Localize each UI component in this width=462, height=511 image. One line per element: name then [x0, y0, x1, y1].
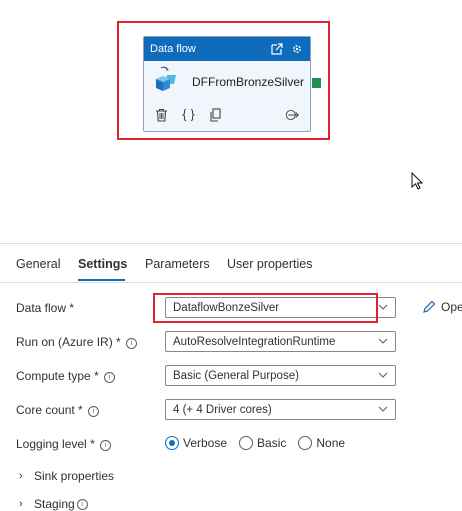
chevron-down-icon — [378, 304, 388, 310]
info-icon[interactable]: i — [126, 338, 138, 349]
settings-cog-icon[interactable] — [290, 42, 304, 56]
info-icon[interactable]: i — [88, 406, 100, 417]
external-link-icon[interactable] — [270, 42, 284, 56]
run-on-select[interactable]: AutoResolveIntegrationRuntime — [165, 331, 396, 352]
code-braces-icon[interactable] — [181, 108, 196, 123]
data-flow-label: Data flow * — [16, 301, 75, 315]
info-icon[interactable]: i — [100, 440, 112, 451]
copy-icon[interactable] — [208, 108, 223, 123]
tab-user-properties[interactable]: User properties — [227, 257, 312, 271]
activity-body: DFFromBronzeSilver — [144, 61, 310, 103]
mouse-cursor-icon — [411, 171, 424, 195]
compute-type-label: Compute type * i — [16, 369, 116, 383]
chevron-right-icon: › — [19, 498, 23, 510]
tab-settings[interactable]: Settings — [78, 257, 127, 271]
core-count-label: Core count * i — [16, 403, 100, 417]
active-tab-indicator — [78, 279, 125, 281]
radio-none[interactable]: None — [298, 436, 345, 450]
staging-expander[interactable]: › Staging i — [19, 497, 88, 511]
run-on-label: Run on (Azure IR) * i — [16, 335, 138, 349]
chevron-down-icon — [378, 338, 388, 344]
compute-type-select[interactable]: Basic (General Purpose) — [165, 365, 396, 386]
logging-level-radio-group: Verbose Basic None — [165, 436, 357, 450]
chevron-down-icon — [378, 406, 388, 412]
info-icon[interactable]: i — [104, 372, 116, 383]
data-flow-highlight-frame — [153, 293, 378, 323]
radio-unchecked-icon — [298, 436, 313, 450]
radio-unchecked-icon — [239, 436, 254, 450]
sink-properties-expander[interactable]: › Sink properties — [19, 469, 114, 483]
radio-checked-icon — [165, 436, 179, 450]
info-icon[interactable]: i — [76, 498, 88, 510]
tab-parameters[interactable]: Parameters — [145, 257, 210, 271]
radio-verbose[interactable]: Verbose — [165, 436, 227, 450]
chevron-down-icon — [378, 372, 388, 378]
pencil-icon — [423, 300, 436, 313]
dataflow-activity-card[interactable]: Data flow DFFromBronzeSilver — [143, 36, 311, 132]
success-output-port[interactable] — [312, 78, 321, 88]
open-data-flow-link[interactable]: Ope — [422, 300, 462, 314]
radio-basic[interactable]: Basic — [239, 436, 286, 450]
activity-type-label: Data flow — [150, 43, 196, 55]
delete-icon[interactable] — [154, 108, 169, 123]
chevron-right-icon: › — [19, 470, 23, 482]
properties-tabs: General Settings Parameters User propert… — [0, 244, 462, 283]
core-count-select[interactable]: 4 (+ 4 Driver cores) — [165, 399, 396, 420]
activity-header: Data flow — [144, 37, 310, 61]
dataflow-icon — [152, 66, 180, 99]
arrow-out-icon[interactable] — [285, 108, 300, 123]
activity-toolbar — [144, 103, 310, 127]
activity-name: DFFromBronzeSilver — [192, 75, 305, 89]
logging-level-label: Logging level * i — [16, 437, 112, 451]
tab-general[interactable]: General — [16, 257, 60, 271]
